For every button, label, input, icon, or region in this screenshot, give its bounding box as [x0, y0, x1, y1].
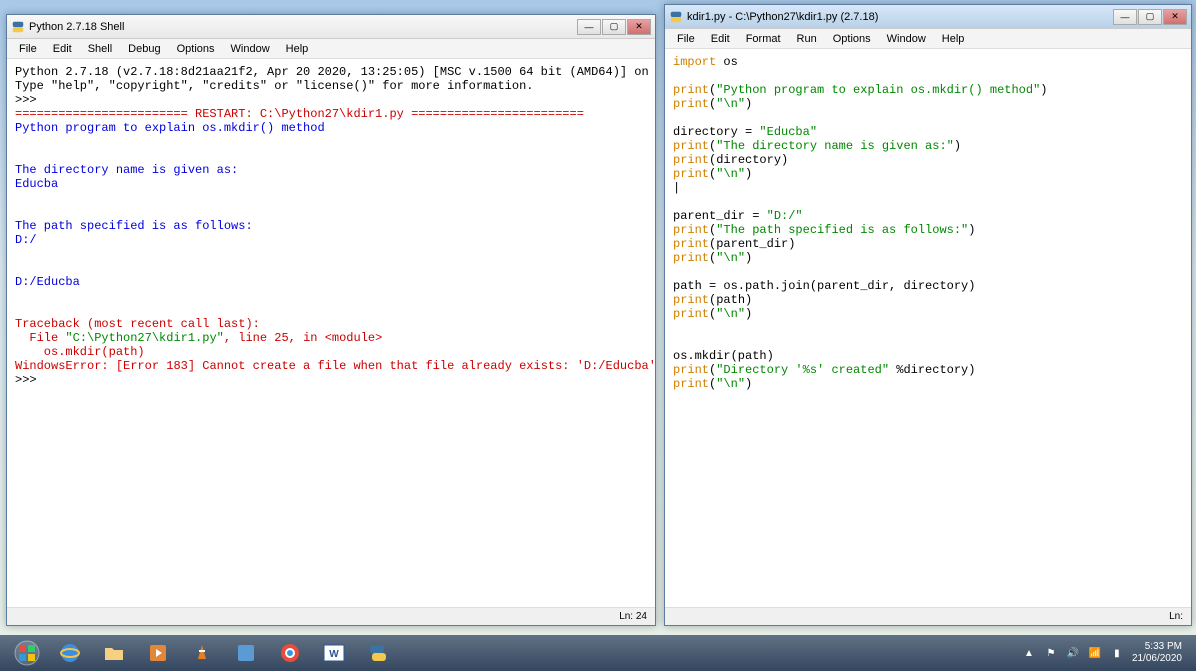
editor-titlebar[interactable]: kdir1.py - C:\Python27\kdir1.py (2.7.18)…	[665, 5, 1191, 29]
taskbar: W ▲ ⚑ 🔊 📶 ▮ 5:33 PM 21/06/2020	[0, 635, 1196, 671]
media-icon	[147, 642, 169, 664]
menu-options[interactable]: Options	[825, 31, 879, 47]
menu-run[interactable]: Run	[789, 31, 825, 47]
editor-code[interactable]: import os print("Python program to expla…	[665, 49, 1191, 607]
system-tray: ▲ ⚑ 🔊 📶 ▮ 5:33 PM 21/06/2020	[1022, 641, 1190, 665]
shell-statusbar: Ln: 24	[7, 607, 655, 625]
editor-title: kdir1.py - C:\Python27\kdir1.py (2.7.18)	[687, 11, 1112, 23]
maximize-button[interactable]: ▢	[602, 19, 626, 35]
menu-help[interactable]: Help	[278, 41, 317, 57]
python-icon	[11, 20, 25, 34]
windows-logo-icon	[14, 640, 40, 666]
shell-output[interactable]: Python 2.7.18 (v2.7.18:8d21aa21f2, Apr 2…	[7, 59, 655, 607]
editor-statusbar: Ln:	[665, 607, 1191, 625]
python-icon	[669, 10, 683, 24]
taskbar-ie[interactable]	[50, 638, 90, 668]
python-icon	[367, 642, 389, 664]
app-icon	[235, 642, 257, 664]
menu-help[interactable]: Help	[934, 31, 973, 47]
minimize-button[interactable]: —	[1113, 9, 1137, 25]
shell-title: Python 2.7.18 Shell	[29, 21, 576, 33]
taskbar-idle[interactable]	[358, 638, 398, 668]
menu-edit[interactable]: Edit	[45, 41, 80, 57]
vlc-icon	[191, 642, 213, 664]
taskbar-word[interactable]: W	[314, 638, 354, 668]
taskbar-app1[interactable]	[226, 638, 266, 668]
menu-window[interactable]: Window	[879, 31, 934, 47]
close-button[interactable]: ✕	[1163, 9, 1187, 25]
clock-date: 21/06/2020	[1132, 653, 1182, 665]
shell-titlebar[interactable]: Python 2.7.18 Shell — ▢ ✕	[7, 15, 655, 39]
folder-icon	[103, 642, 125, 664]
menu-edit[interactable]: Edit	[703, 31, 738, 47]
python-editor-window: kdir1.py - C:\Python27\kdir1.py (2.7.18)…	[664, 4, 1192, 626]
window-controls: — ▢ ✕	[1112, 9, 1187, 25]
maximize-button[interactable]: ▢	[1138, 9, 1162, 25]
start-button[interactable]	[6, 638, 48, 668]
menu-shell[interactable]: Shell	[80, 41, 120, 57]
battery-icon[interactable]: ▮	[1110, 646, 1124, 660]
flag-icon[interactable]: ⚑	[1044, 646, 1058, 660]
volume-icon[interactable]: 🔊	[1066, 646, 1080, 660]
word-icon: W	[322, 643, 346, 663]
menu-file[interactable]: File	[669, 31, 703, 47]
editor-line-num: Ln:	[1169, 611, 1183, 622]
menu-debug[interactable]: Debug	[120, 41, 168, 57]
window-controls: — ▢ ✕	[576, 19, 651, 35]
shell-line-num: Ln: 24	[619, 611, 647, 622]
tray-up-icon[interactable]: ▲	[1022, 646, 1036, 660]
network-icon[interactable]: 📶	[1088, 646, 1102, 660]
taskbar-explorer[interactable]	[94, 638, 134, 668]
menu-format[interactable]: Format	[738, 31, 789, 47]
shell-menubar: File Edit Shell Debug Options Window Hel…	[7, 39, 655, 59]
ie-icon	[59, 642, 81, 664]
taskbar-clock[interactable]: 5:33 PM 21/06/2020	[1132, 641, 1182, 665]
menu-window[interactable]: Window	[223, 41, 278, 57]
chrome-icon	[279, 642, 301, 664]
python-shell-window: Python 2.7.18 Shell — ▢ ✕ File Edit Shel…	[6, 14, 656, 626]
taskbar-chrome[interactable]	[270, 638, 310, 668]
taskbar-media[interactable]	[138, 638, 178, 668]
editor-menubar: File Edit Format Run Options Window Help	[665, 29, 1191, 49]
menu-file[interactable]: File	[11, 41, 45, 57]
close-button[interactable]: ✕	[627, 19, 651, 35]
menu-options[interactable]: Options	[169, 41, 223, 57]
svg-text:W: W	[329, 649, 339, 660]
minimize-button[interactable]: —	[577, 19, 601, 35]
clock-time: 5:33 PM	[1132, 641, 1182, 653]
taskbar-vlc[interactable]	[182, 638, 222, 668]
